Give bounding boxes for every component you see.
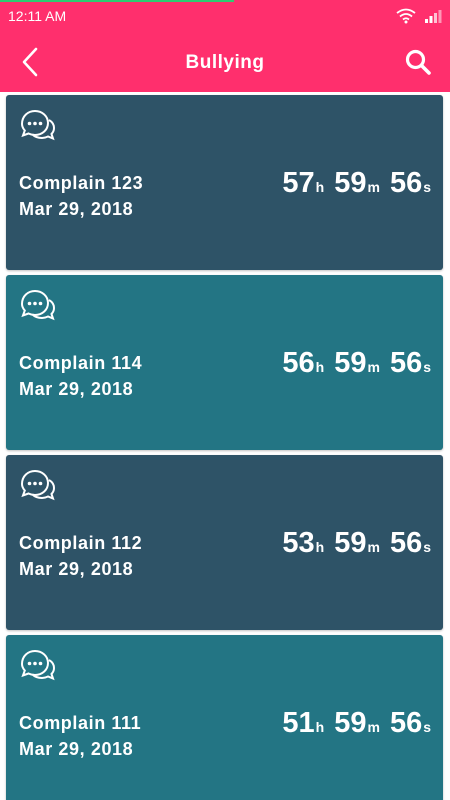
complaint-date: Mar 29, 2018 xyxy=(19,199,134,219)
timer-hours-unit: h xyxy=(315,719,325,735)
complaint-card[interactable]: Complain 111 Mar 29, 2018 51 h 59 m 56 s xyxy=(6,635,443,800)
timer-minutes: 59 xyxy=(334,167,367,199)
timer-minutes-unit: m xyxy=(367,539,380,555)
timer-hours: 53 xyxy=(282,527,315,559)
timer-minutes: 59 xyxy=(334,707,367,739)
countdown-timer: 51 h 59 m 56 s xyxy=(282,707,431,740)
status-icons xyxy=(396,8,442,24)
timer-seconds: 56 xyxy=(389,347,423,379)
loading-progress-bar xyxy=(0,0,234,2)
complaint-title: Complain 111 xyxy=(19,713,142,733)
chat-bubbles-icon xyxy=(20,469,56,501)
timer-seconds: 56 xyxy=(389,167,423,199)
page-title: Bullying xyxy=(185,52,265,73)
complaint-card[interactable]: Complain 123 Mar 29, 2018 57 h 59 m 56 s xyxy=(6,95,443,270)
wifi-icon xyxy=(396,8,416,24)
status-time: 12:11 AM xyxy=(8,8,67,24)
timer-minutes: 59 xyxy=(334,347,367,379)
complaint-date: Mar 29, 2018 xyxy=(19,559,134,579)
timer-hours-unit: h xyxy=(315,359,325,375)
timer-minutes: 59 xyxy=(334,527,367,559)
signal-icon xyxy=(425,10,442,23)
complaint-title: Complain 112 xyxy=(19,533,143,553)
search-button[interactable] xyxy=(404,48,432,76)
timer-seconds-unit: s xyxy=(423,539,431,555)
complaint-date: Mar 29, 2018 xyxy=(19,379,134,399)
timer-minutes-unit: m xyxy=(367,359,380,375)
timer-seconds: 56 xyxy=(389,707,423,739)
complaint-card[interactable]: Complain 114 Mar 29, 2018 56 h 59 m 56 s xyxy=(6,275,443,450)
timer-seconds-unit: s xyxy=(423,719,431,735)
countdown-timer: 53 h 59 m 56 s xyxy=(282,527,431,560)
complaint-title: Complain 114 xyxy=(19,353,143,373)
complaint-date: Mar 29, 2018 xyxy=(19,739,134,759)
search-icon xyxy=(405,49,431,75)
chat-bubbles-icon xyxy=(20,109,56,141)
timer-minutes-unit: m xyxy=(367,179,380,195)
timer-minutes-unit: m xyxy=(367,719,380,735)
complaint-card[interactable]: Complain 112 Mar 29, 2018 53 h 59 m 56 s xyxy=(6,455,443,630)
status-bar: 12:11 AM xyxy=(0,0,450,32)
timer-seconds-unit: s xyxy=(423,179,431,195)
timer-seconds: 56 xyxy=(389,527,423,559)
timer-hours: 57 xyxy=(282,167,315,199)
timer-hours-unit: h xyxy=(315,539,325,555)
countdown-timer: 56 h 59 m 56 s xyxy=(282,347,431,380)
timer-seconds-unit: s xyxy=(423,359,431,375)
complaint-title: Complain 123 xyxy=(19,173,144,193)
app-bar: Bullying xyxy=(0,32,450,92)
timer-hours: 56 xyxy=(282,347,315,379)
countdown-timer: 57 h 59 m 56 s xyxy=(282,167,431,200)
chat-bubbles-icon xyxy=(20,289,56,321)
chat-bubbles-icon xyxy=(20,649,56,681)
timer-hours-unit: h xyxy=(315,179,325,195)
timer-hours: 51 xyxy=(282,707,315,739)
